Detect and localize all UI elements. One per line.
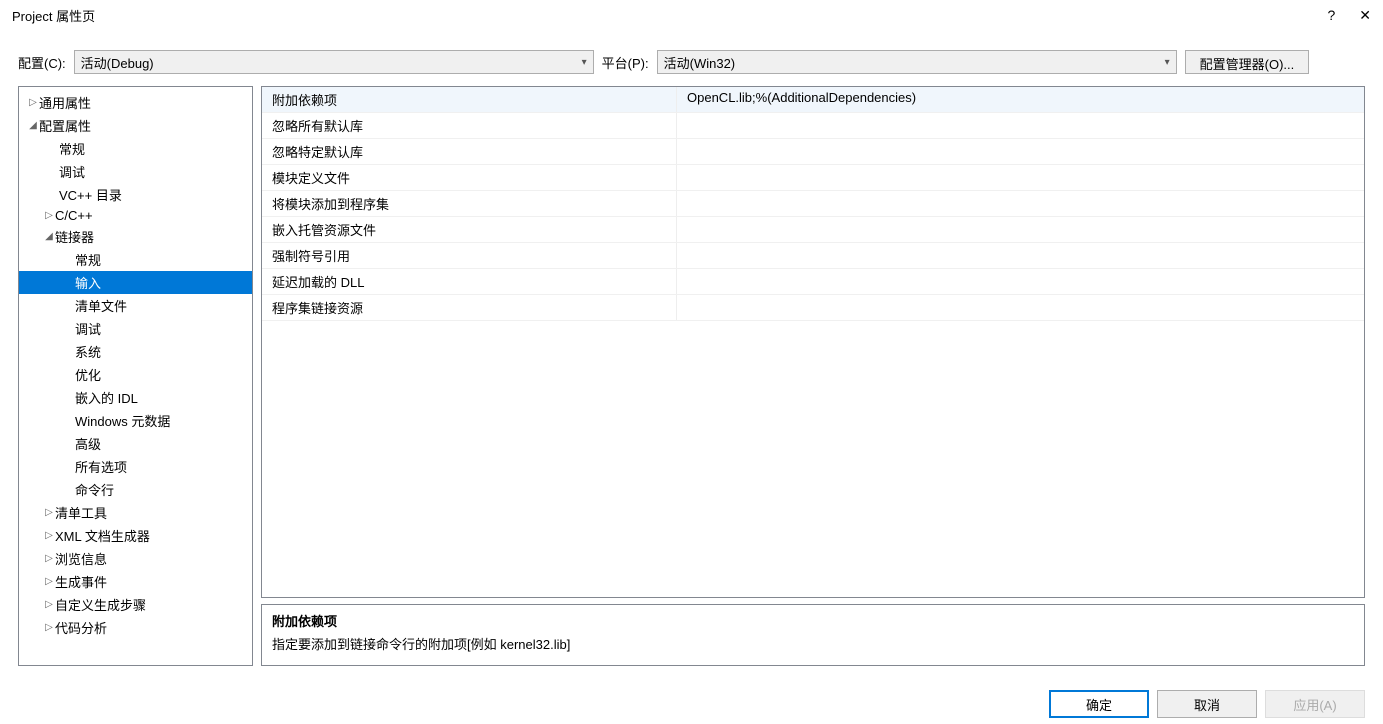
cancel-button[interactable]: 取消 (1157, 690, 1257, 718)
apply-button: 应用(A) (1265, 690, 1365, 718)
tree-linker-all[interactable]: 所有选项 (19, 455, 252, 478)
tree-linker-idl[interactable]: 嵌入的 IDL (19, 386, 252, 409)
collapsed-icon: ▷ (43, 210, 55, 221)
tree-linker-general[interactable]: 常规 (19, 248, 252, 271)
tree-linker-input[interactable]: 输入 (19, 271, 252, 294)
platform-label: 平台(P): (602, 53, 649, 72)
footer-buttons: 确定 取消 应用(A) (1049, 690, 1365, 718)
platform-value: 活动(Win32) (664, 53, 736, 72)
prop-row-embed-managed[interactable]: 嵌入托管资源文件 (262, 217, 1364, 243)
config-row: 配置(C): 活动(Debug) ▾ 平台(P): 活动(Win32) ▾ 配置… (0, 30, 1383, 86)
chevron-down-icon: ▾ (1165, 57, 1170, 68)
window-title: Project 属性页 (12, 6, 95, 25)
tree-general[interactable]: 常规 (19, 137, 252, 160)
collapsed-icon: ▷ (43, 507, 55, 518)
collapsed-icon: ▷ (43, 599, 55, 610)
tree-linker-system[interactable]: 系统 (19, 340, 252, 363)
tree-config-properties[interactable]: ◢配置属性 (19, 114, 252, 137)
config-label: 配置(C): (18, 53, 66, 72)
prop-row-add-module[interactable]: 将模块添加到程序集 (262, 191, 1364, 217)
chevron-down-icon: ▾ (582, 57, 587, 68)
tree-general-properties[interactable]: ▷通用属性 (19, 91, 252, 114)
tree-vcdir[interactable]: VC++ 目录 (19, 183, 252, 206)
collapsed-icon: ▷ (43, 576, 55, 587)
config-manager-button[interactable]: 配置管理器(O)... (1185, 50, 1310, 74)
prop-row-module-def[interactable]: 模块定义文件 (262, 165, 1364, 191)
help-icon[interactable]: ? (1327, 7, 1335, 23)
tree-manifest-tool[interactable]: ▷清单工具 (19, 501, 252, 524)
expanded-icon: ◢ (27, 120, 39, 131)
tree-browse[interactable]: ▷浏览信息 (19, 547, 252, 570)
tree-debug[interactable]: 调试 (19, 160, 252, 183)
tree-linker-winmeta[interactable]: Windows 元数据 (19, 409, 252, 432)
prop-row-ignore-all-default[interactable]: 忽略所有默认库 (262, 113, 1364, 139)
tree-cpp[interactable]: ▷C/C++ (19, 206, 252, 225)
config-value: 活动(Debug) (81, 53, 154, 72)
tree-linker[interactable]: ◢链接器 (19, 225, 252, 248)
tree-linker-debug[interactable]: 调试 (19, 317, 252, 340)
tree-xmldoc[interactable]: ▷XML 文档生成器 (19, 524, 252, 547)
ok-button[interactable]: 确定 (1049, 690, 1149, 718)
tree-linker-opt[interactable]: 优化 (19, 363, 252, 386)
prop-row-delay-load[interactable]: 延迟加载的 DLL (262, 269, 1364, 295)
tree-linker-advanced[interactable]: 高级 (19, 432, 252, 455)
close-icon[interactable]: ✕ (1359, 7, 1371, 24)
titlebar: Project 属性页 ? ✕ (0, 0, 1383, 30)
description-panel: 附加依赖项 指定要添加到链接命令行的附加项[例如 kernel32.lib] (261, 604, 1365, 666)
tree-code-analysis[interactable]: ▷代码分析 (19, 616, 252, 639)
expanded-icon: ◢ (43, 231, 55, 242)
description-title: 附加依赖项 (272, 611, 1354, 630)
property-tree: ▷通用属性 ◢配置属性 常规 调试 VC++ 目录 ▷C/C++ ◢链接器 常规… (18, 86, 253, 666)
tree-build-events[interactable]: ▷生成事件 (19, 570, 252, 593)
collapsed-icon: ▷ (43, 530, 55, 541)
description-text: 指定要添加到链接命令行的附加项[例如 kernel32.lib] (272, 634, 1354, 653)
collapsed-icon: ▷ (43, 553, 55, 564)
tree-linker-manifest[interactable]: 清单文件 (19, 294, 252, 317)
config-dropdown[interactable]: 活动(Debug) ▾ (74, 50, 594, 74)
prop-row-force-symbol[interactable]: 强制符号引用 (262, 243, 1364, 269)
collapsed-icon: ▷ (27, 97, 39, 108)
collapsed-icon: ▷ (43, 622, 55, 633)
property-grid: 附加依赖项OpenCL.lib;%(AdditionalDependencies… (261, 86, 1365, 598)
platform-dropdown[interactable]: 活动(Win32) ▾ (657, 50, 1177, 74)
prop-row-additional-deps[interactable]: 附加依赖项OpenCL.lib;%(AdditionalDependencies… (262, 87, 1364, 113)
tree-linker-cmd[interactable]: 命令行 (19, 478, 252, 501)
tree-custom-build[interactable]: ▷自定义生成步骤 (19, 593, 252, 616)
prop-row-assembly-link[interactable]: 程序集链接资源 (262, 295, 1364, 321)
prop-row-ignore-specific-default[interactable]: 忽略特定默认库 (262, 139, 1364, 165)
